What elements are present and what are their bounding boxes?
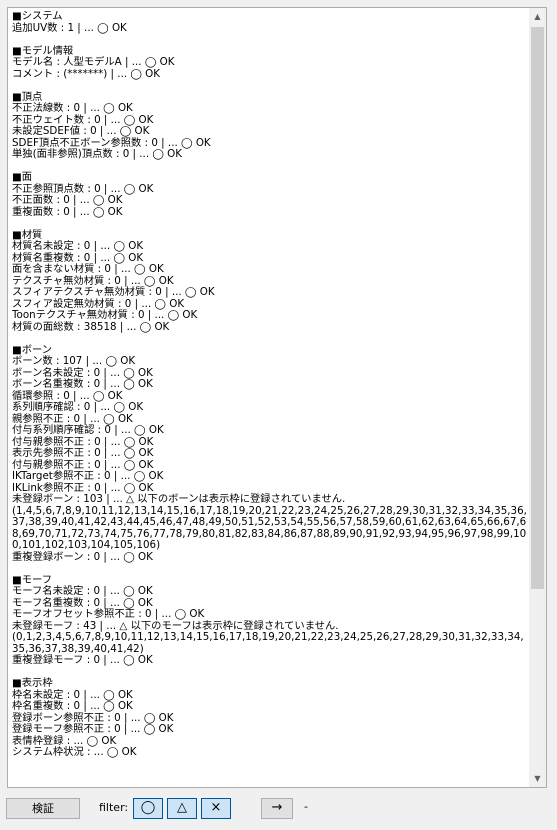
report-line: (1,4,5,6,7,8,9,10,11,12,13,14,15,16,17,1…: [12, 504, 527, 551]
report-line: [12, 333, 528, 345]
report-line: 単独(面非参照)頂点数 : 0 | ... ◯ OK: [12, 148, 183, 160]
report-line: [12, 667, 528, 679]
report-line: 重複登録モーフ : 0 | ... ◯ OK: [12, 654, 153, 666]
report-line: 重複面数 : 0 | ... ◯ OK: [12, 205, 123, 218]
report-line: 枠名重複数 : 0 | ... ◯ OK: [12, 700, 133, 712]
report-line: ボーン名重複数 : 0 | ... ◯ OK: [12, 378, 153, 390]
report-line: [12, 80, 528, 92]
report-line: 表示先参照不正 : 0 | ... ◯ OK: [12, 447, 154, 459]
scroll-up-icon[interactable]: ▲: [529, 8, 546, 25]
report-line: [12, 161, 528, 173]
section-heading: ■システム: [12, 10, 63, 22]
filter-ok-toggle[interactable]: ◯: [133, 798, 163, 819]
report-line: コメント : (*******) | ... ◯ OK: [12, 67, 161, 80]
scroll-thumb[interactable]: [531, 27, 544, 589]
report-line: 系列順序確認 : 0 | ... ◯ OK: [12, 401, 144, 413]
vertical-scrollbar[interactable]: ▲ ▼: [529, 8, 546, 787]
report-line: モデル名 : 人型モデルA | ... ◯ OK: [12, 56, 175, 68]
report-line: ボーン数 : 107 | ... ◯ OK: [12, 355, 136, 367]
filter-label: filter:: [99, 801, 129, 814]
report-line: [12, 34, 528, 46]
report-line: 不正法線数 : 0 | ... ◯ OK: [12, 102, 133, 114]
report-line: 重複登録ボーン : 0 | ... ◯ OK: [12, 550, 153, 563]
report-line: スフィアテクスチャ無効材質 : 0 | ... ◯ OK: [12, 286, 215, 298]
report-line: 不正面数 : 0 | ... ◯ OK: [12, 194, 123, 206]
report-line: 材質名未設定 : 0 | ... ◯ OK: [12, 240, 144, 252]
filter-error-toggle[interactable]: ×: [201, 798, 231, 819]
report-line: 材質の面総数 : 38518 | ... ◯ OK: [12, 320, 170, 333]
status-text: -: [304, 800, 308, 813]
bottom-toolbar: 検証 filter: ◯ △ × → -: [0, 794, 557, 824]
report-line: 未登録ボーン : 103 | ... △ 以下のボーンは表示枠に登録されていませ…: [12, 493, 346, 505]
report-line: 追加UV数 : 1 | ... ◯ OK: [12, 21, 127, 34]
report-line: システム枠状況 : ... ◯ OK: [12, 746, 137, 758]
report-line: Toonテクスチャ無効材質 : 0 | ... ◯ OK: [12, 309, 198, 321]
section-heading: ■面: [12, 171, 33, 183]
report-line: [12, 218, 528, 230]
report-content: ■システム 追加UV数 : 1 | ... ◯ OK ■モデル情報 モデル名 : 人型…: [12, 10, 528, 759]
report-line: 未設定SDEF値 : 0 | ... ◯ OK: [12, 125, 150, 137]
report-line: (0,1,2,3,4,5,6,7,8,9,10,11,12,13,14,15,1…: [12, 631, 524, 655]
scroll-down-icon[interactable]: ▼: [529, 770, 546, 787]
report-line: [12, 563, 528, 575]
report-line: モーフオフセット参照不正 : 0 | ... ◯ OK: [12, 608, 205, 620]
report-line: 登録モーフ参照不正 : 0 | ... ◯ OK: [12, 723, 174, 735]
report-text-area[interactable]: ■システム 追加UV数 : 1 | ... ◯ OK ■モデル情報 モデル名 : 人型…: [7, 7, 547, 788]
verify-button[interactable]: 検証: [6, 798, 80, 819]
section-heading: ■表示枠: [12, 677, 53, 689]
report-line: 面を含まない材質 : 0 | ... ◯ OK: [12, 263, 164, 275]
next-button[interactable]: →: [261, 798, 293, 819]
filter-warning-toggle[interactable]: △: [167, 798, 197, 819]
report-line: IKTarget参照不正 : 0 | ... ◯ OK: [12, 470, 164, 482]
report-line: モーフ名未設定 : 0 | ... ◯ OK: [12, 585, 153, 597]
report-line: 付与系列順序確認 : 0 | ... ◯ OK: [12, 424, 164, 436]
